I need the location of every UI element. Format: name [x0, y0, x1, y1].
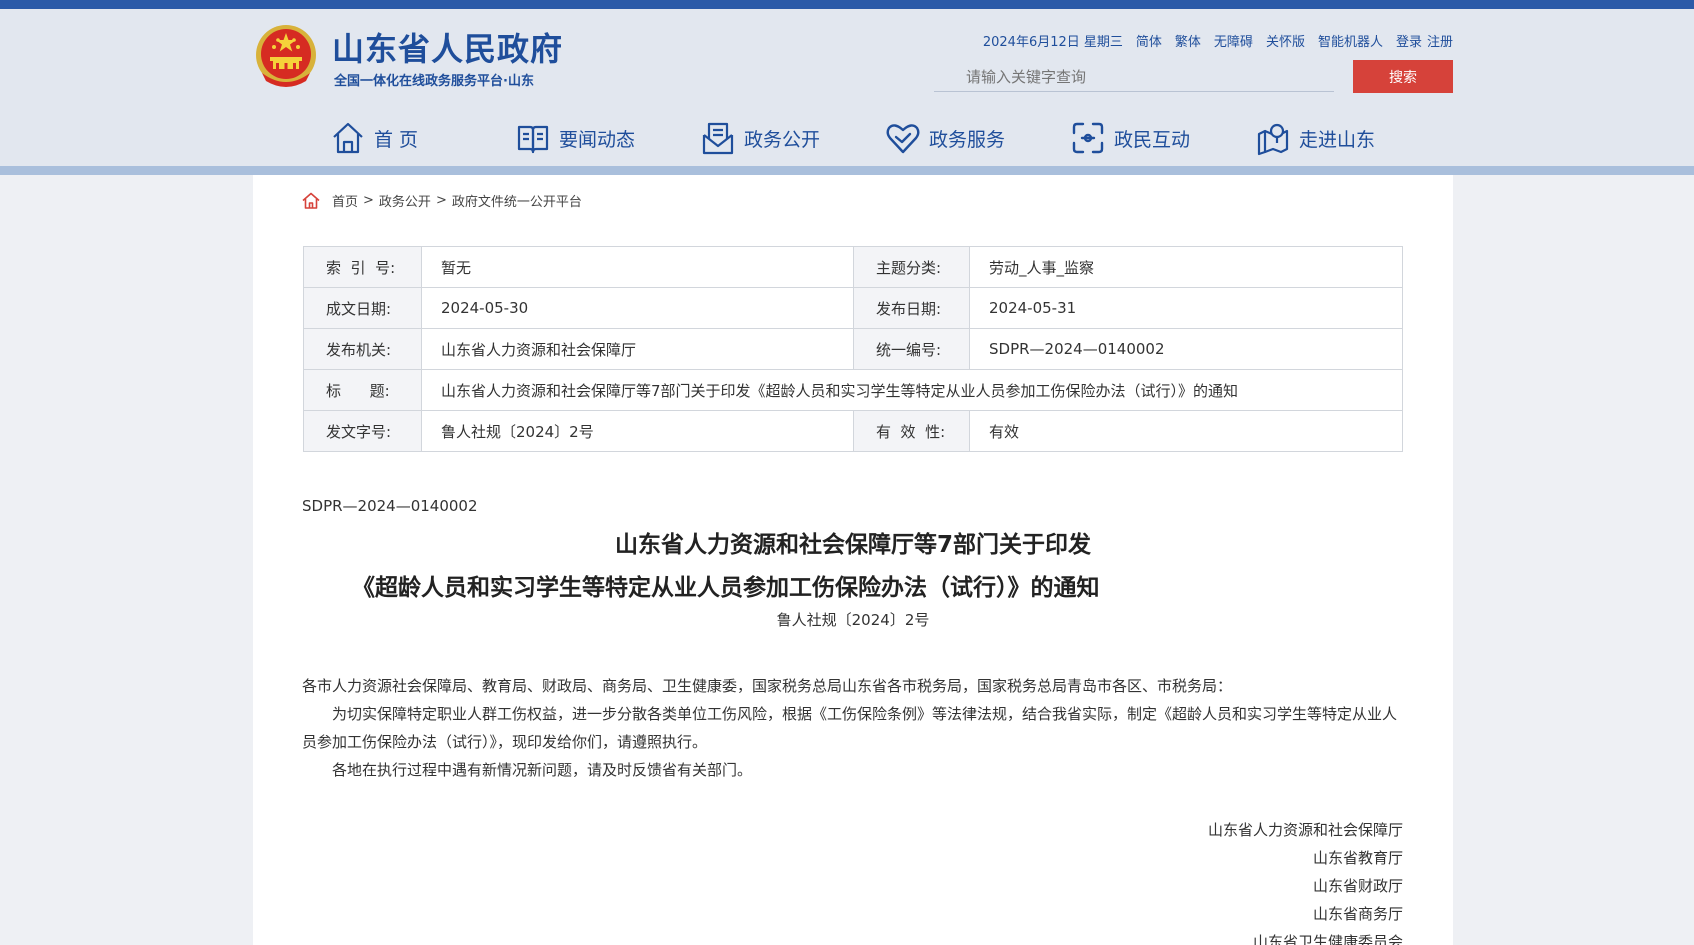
envelope-document-icon	[702, 122, 734, 155]
nav-label: 政务服务	[929, 128, 1006, 151]
table-row: 标 题: 山东省人力资源和社会保障厅等7部门关于印发《超龄人员和实习学生等特定从…	[303, 369, 1403, 411]
content-panel: 首页 > 政务公开 > 政府文件统一公开平台 索 引 号: 暂无 主题分类: 劳…	[253, 175, 1453, 945]
signatory: 山东省卫生健康委员会	[1252, 933, 1403, 945]
accessibility-link[interactable]: 无障碍	[1214, 31, 1253, 50]
nav-label: 要闻动态	[559, 128, 636, 151]
heart-icon	[886, 124, 920, 154]
main-nav: 首 页 要闻动态 政务公开 政务服务 政民互动 走进山东	[330, 114, 1440, 162]
table-row: 索 引 号: 暂无 主题分类: 劳动_人事_监察	[303, 246, 1403, 288]
code-value: SDPR—2024—0140002	[969, 328, 1403, 370]
current-date: 2024年6月12日 星期三	[982, 35, 1123, 50]
nav-label: 首 页	[374, 128, 419, 151]
body-paragraph: 各地在执行过程中遇有新情况新问题，请及时反馈省有关部门。	[332, 761, 753, 779]
table-row: 发文字号: 鲁人社规〔2024〕2号 有 效 性: 有效	[303, 410, 1403, 452]
national-emblem-icon	[256, 25, 316, 87]
written-date-value: 2024-05-30	[421, 287, 854, 329]
signatories: 山东省人力资源和社会保障厅 山东省教育厅 山东省财政厅 山东省商务厅 山东省卫生…	[1208, 816, 1403, 945]
home-icon	[333, 122, 363, 154]
signatory: 山东省商务厅	[1312, 905, 1403, 923]
table-row: 成文日期: 2024-05-30 发布日期: 2024-05-31	[303, 287, 1403, 329]
breadcrumb: 首页 > 政务公开 > 政府文件统一公开平台	[302, 191, 582, 210]
issuer-value: 山东省人力资源和社会保障厅	[421, 328, 854, 370]
search-input[interactable]	[934, 62, 1334, 92]
validity-label: 有 效 性:	[853, 410, 970, 452]
body-paragraph: 为切实保障特定职业人群工伤权益，进一步分散各类单位工伤风险，根据《工伤保险条例》…	[302, 705, 1398, 751]
interaction-icon	[1072, 122, 1104, 154]
top-strip	[0, 0, 1694, 9]
site-title[interactable]: 山东省人民政府	[332, 24, 563, 70]
topic-value: 劳动_人事_监察	[969, 246, 1403, 288]
nav-gov-open[interactable]: 政务公开	[700, 114, 885, 162]
doc-number-label: 发文字号:	[303, 410, 422, 452]
header-divider	[0, 166, 1694, 175]
nav-news[interactable]: 要闻动态	[515, 114, 700, 162]
title-label: 标 题:	[303, 369, 422, 411]
document-body: 各市人力资源社会保障局、教育局、财政局、商务局、卫生健康委，国家税务总局山东省各…	[302, 672, 1404, 784]
home-icon	[302, 192, 320, 209]
document-title-line1: 山东省人力资源和社会保障厅等7部门关于印发	[614, 532, 1091, 558]
document-meta-table: 索 引 号: 暂无 主题分类: 劳动_人事_监察 成文日期: 2024-05-3…	[303, 246, 1403, 452]
nav-gov-service[interactable]: 政务服务	[885, 114, 1070, 162]
breadcrumb-separator: >	[435, 193, 447, 208]
signatory: 山东省教育厅	[1312, 849, 1403, 867]
index-label: 索 引 号:	[303, 246, 422, 288]
doc-number-value: 鲁人社规〔2024〕2号	[421, 410, 854, 452]
robot-link[interactable]: 智能机器人	[1318, 31, 1383, 50]
simplified-link[interactable]: 简体	[1136, 31, 1162, 50]
nav-shandong[interactable]: 走进山东	[1255, 114, 1440, 162]
site-subtitle: 全国一体化在线政务服务平台·山东	[334, 74, 534, 89]
book-icon	[517, 125, 549, 154]
care-mode-link[interactable]: 关怀版	[1266, 31, 1305, 50]
published-date-label: 发布日期:	[853, 287, 970, 329]
published-date-value: 2024-05-31	[969, 287, 1403, 329]
title-value: 山东省人力资源和社会保障厅等7部门关于印发《超龄人员和实习学生等特定从业人员参加…	[421, 369, 1403, 411]
nav-label: 政务公开	[744, 128, 821, 151]
nav-home[interactable]: 首 页	[330, 114, 515, 162]
breadcrumb-gov-open[interactable]: 政务公开	[379, 191, 431, 210]
index-value: 暂无	[421, 246, 854, 288]
nav-label: 走进山东	[1299, 128, 1376, 151]
document-ref-number: 鲁人社规〔2024〕2号	[776, 611, 930, 629]
signatory: 山东省财政厅	[1312, 877, 1403, 895]
search-button[interactable]: 搜索	[1353, 60, 1453, 93]
validity-value: 有效	[969, 410, 1403, 452]
code-label: 统一编号:	[853, 328, 970, 370]
nav-interaction[interactable]: 政民互动	[1070, 114, 1255, 162]
breadcrumb-home[interactable]: 首页	[332, 191, 358, 210]
signatory: 山东省人力资源和社会保障厅	[1207, 821, 1403, 839]
document-code: SDPR—2024—0140002	[302, 497, 478, 515]
breadcrumb-separator: >	[363, 193, 374, 208]
top-links: 2024年6月12日 星期三 简体 繁体 无障碍 关怀版 智能机器人 登录 注册	[983, 31, 1453, 50]
breadcrumb-platform[interactable]: 政府文件统一公开平台	[452, 191, 582, 210]
table-row: 发布机关: 山东省人力资源和社会保障厅 统一编号: SDPR—2024—0140…	[303, 328, 1403, 370]
nav-label: 政民互动	[1114, 128, 1191, 151]
document-title-line2: 《超龄人员和实习学生等特定从业人员参加工伤保险办法（试行）》的通知	[352, 575, 1100, 601]
map-pin-icon	[1257, 123, 1289, 156]
addressee: 各市人力资源社会保障局、教育局、财政局、商务局、卫生健康委，国家税务总局山东省各…	[302, 677, 1233, 695]
issuer-label: 发布机关:	[303, 328, 422, 370]
login-link[interactable]: 登录	[1396, 31, 1422, 50]
written-date-label: 成文日期:	[303, 287, 422, 329]
topic-label: 主题分类:	[853, 246, 970, 288]
traditional-link[interactable]: 繁体	[1175, 31, 1201, 50]
register-link[interactable]: 注册	[1427, 31, 1453, 50]
